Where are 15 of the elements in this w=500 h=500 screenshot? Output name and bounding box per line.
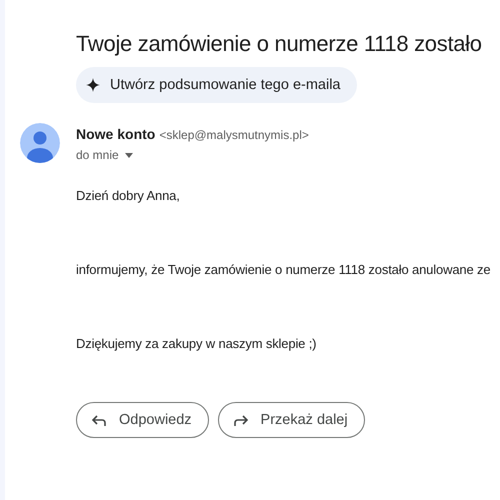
body-paragraph: Dzień dobry Anna, (76, 188, 181, 203)
body-paragraph: informujemy, że Twoje zamówienie o numerze 1118 zostało anulowane ze (76, 262, 492, 277)
caret-icon (124, 152, 133, 158)
forward-button[interactable]: Przekaż dalej (218, 402, 365, 438)
reply-icon (91, 413, 107, 427)
summarize-button[interactable]: Utwórz podsumowanie tego e-maila (76, 67, 356, 103)
sender-name: Nowe konto (76, 126, 156, 142)
email-subject: Twoje zamówienie o numerze 1118 zostało (76, 31, 483, 57)
sender-address: <sklep@malysmutnymis.pl> (159, 128, 309, 142)
body-paragraph: Dziękujemy za zakupy w naszym sklepie ;) (76, 336, 318, 351)
recipient-dropdown[interactable]: do mnie (76, 148, 133, 162)
reply-button[interactable]: Odpowiedz (76, 402, 209, 438)
avatar-icon (20, 123, 60, 163)
forward-icon (232, 413, 249, 427)
sparkle-icon (86, 78, 100, 92)
